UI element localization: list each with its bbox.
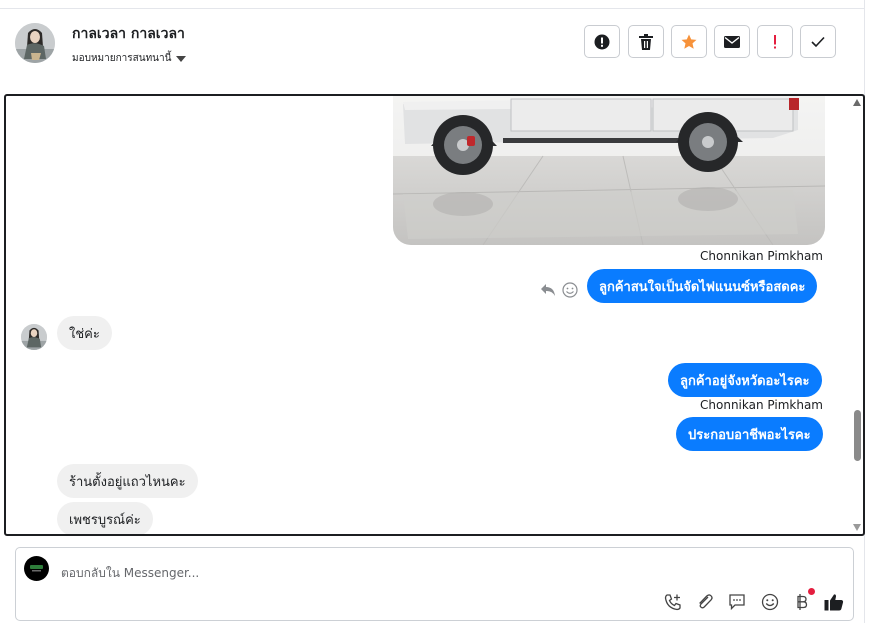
- contact-avatar-small[interactable]: [21, 324, 47, 350]
- message-bubble-incoming[interactable]: ร้านตั้งอยู่แถวไหนคะ: [57, 464, 198, 498]
- message-bubble-outgoing[interactable]: ประกอบอาชีพอะไรคะ: [676, 417, 823, 451]
- thread-scrollbar[interactable]: [851, 96, 863, 534]
- avatar-image: [21, 324, 47, 350]
- reply-icon[interactable]: [540, 283, 556, 297]
- message-bubble-incoming[interactable]: เพชรบูรณ์ค่ะ: [57, 502, 153, 534]
- message-bubble-incoming[interactable]: ใช่ค่ะ: [57, 316, 112, 350]
- thumbs-up-icon[interactable]: [824, 592, 844, 612]
- attachment-icon[interactable]: [695, 592, 715, 612]
- message-bubble-outgoing[interactable]: ลูกค้าสนใจเป็นจัดไฟแนนซ์หรือสดคะ: [587, 269, 818, 303]
- emoji-icon[interactable]: [760, 592, 780, 612]
- assign-label: มอบหมายการสนทนานี้: [72, 53, 172, 64]
- message-image-car[interactable]: [393, 96, 825, 245]
- star-icon: [681, 34, 697, 49]
- exclamation-icon: [774, 34, 776, 48]
- reply-input[interactable]: ตอบกลับใน Messenger...: [61, 564, 199, 583]
- baht-payment-icon[interactable]: [792, 592, 812, 612]
- message-actions: [540, 282, 578, 298]
- spam-button[interactable]: [584, 25, 620, 58]
- done-button[interactable]: [800, 25, 836, 58]
- delete-button[interactable]: [628, 25, 664, 58]
- saved-reply-icon[interactable]: [727, 592, 747, 612]
- trash-icon: [639, 33, 653, 50]
- scrollbar-track: [853, 99, 861, 531]
- avatar-image: [15, 23, 55, 63]
- assign-conversation-dropdown[interactable]: มอบหมายการสนทนานี้: [72, 51, 187, 66]
- react-emoji-icon[interactable]: [562, 282, 578, 298]
- sender-name: Chonnikan Pimkham: [700, 249, 823, 263]
- caret-down-icon: [176, 55, 187, 62]
- envelope-icon: [724, 35, 740, 48]
- reply-composer[interactable]: ตอบกลับใน Messenger...: [15, 547, 854, 621]
- page-avatar: [24, 556, 49, 581]
- page-logo-icon: [30, 565, 43, 572]
- top-divider: [0, 8, 864, 9]
- alert-circle-icon: [594, 34, 610, 49]
- star-button[interactable]: [671, 25, 707, 58]
- car-photo-image: [393, 96, 825, 245]
- notification-dot: [808, 588, 815, 595]
- sender-name: Chonnikan Pimkham: [700, 398, 823, 412]
- call-plus-icon[interactable]: [663, 592, 683, 612]
- message-bubble-outgoing[interactable]: ลูกค้าอยู่จังหวัดอะไรคะ: [668, 363, 822, 397]
- contact-avatar[interactable]: [15, 23, 55, 63]
- check-icon: [811, 36, 825, 47]
- mark-unread-button[interactable]: [714, 25, 750, 58]
- priority-button[interactable]: [757, 25, 793, 58]
- contact-name[interactable]: กาลเวลา กาลเวลา: [72, 23, 185, 45]
- message-thread[interactable]: Chonnikan Pimkham ลูกค้าสนใจเป็นจัดไฟแนน…: [4, 94, 865, 536]
